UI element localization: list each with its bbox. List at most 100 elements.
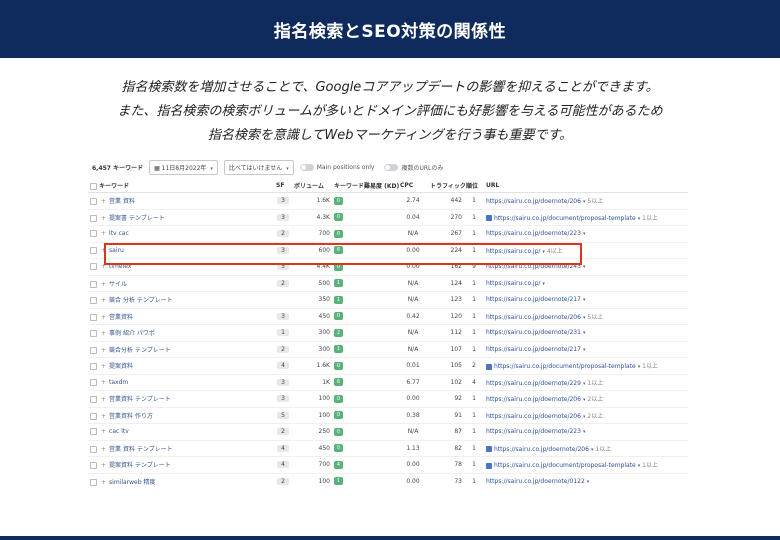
row-checkbox[interactable] — [90, 363, 97, 371]
table-row[interactable]: + 営業 資料 3 1.6K 0 2.74 442 1 https://sairu.co.jp/… — [88, 192, 688, 210]
table-row[interactable]: + taxdm 3 1K 6 6.77 102 4 https://sairu.co.jp/do… — [88, 374, 688, 391]
url-link[interactable]: https://sairu.co.jp/ — [486, 280, 540, 287]
url-link[interactable]: https://sairu.co.jp/doernote/206 — [486, 396, 581, 403]
keyword-link[interactable]: 営業 資料 — [109, 198, 135, 205]
url-link[interactable]: https://sairu.co.jp/document/proposal-te… — [494, 215, 636, 222]
column-header-position[interactable]: 順位 — [464, 178, 484, 193]
sf-badge[interactable]: 2 — [277, 345, 289, 353]
chevron-down-icon[interactable]: ▾ — [583, 397, 586, 403]
table-row[interactable]: + cac ltv 2 250 0 N/A 87 1 https://sairu.co.jp/d… — [88, 423, 688, 441]
sf-badge[interactable]: 4 — [277, 362, 289, 370]
url-link[interactable]: https://sairu.co.jp/document/proposal-te… — [494, 363, 636, 370]
sf-badge[interactable]: 2 — [277, 477, 289, 485]
row-checkbox[interactable] — [90, 462, 97, 470]
table-row[interactable]: + 提案書 テンプレート 3 4.3K 0 0.04 270 1 https://sairu.c… — [88, 209, 688, 226]
plus-icon[interactable]: + — [101, 462, 106, 469]
sf-badge[interactable]: 2 — [277, 279, 289, 287]
chevron-down-icon[interactable]: ▾ — [638, 216, 641, 222]
column-header-sf[interactable]: SF — [274, 178, 292, 193]
keyword-link[interactable]: 事例 紹介 パワポ — [109, 330, 155, 337]
extra-urls-link[interactable]: 2以上 — [587, 413, 603, 420]
chevron-down-icon[interactable]: ▾ — [591, 447, 594, 453]
chevron-down-icon[interactable]: ▾ — [583, 429, 586, 435]
sf-badge[interactable]: 3 — [277, 213, 289, 221]
chevron-down-icon[interactable]: ▾ — [583, 199, 586, 205]
sf-badge[interactable]: 3 — [277, 378, 289, 386]
url-link[interactable]: https://sairu.co.jp/document/proposal-te… — [494, 462, 636, 469]
chevron-down-icon[interactable]: ▾ — [638, 463, 641, 469]
table-row[interactable]: + 提案資料 テンプレート 4 700 4 0.00 78 1 https://sairu.co… — [88, 456, 688, 474]
extra-urls-link[interactable]: 1以上 — [587, 380, 603, 387]
extra-urls-link[interactable]: 5以上 — [587, 314, 603, 321]
row-checkbox[interactable] — [90, 330, 97, 338]
extra-urls-link[interactable]: 1以上 — [642, 363, 658, 370]
url-link[interactable]: https://sairu.co.jp/doernote/217 — [486, 346, 581, 353]
column-header-url[interactable]: URL — [484, 178, 688, 193]
row-checkbox[interactable] — [90, 230, 97, 238]
plus-icon[interactable]: + — [101, 314, 106, 321]
row-checkbox[interactable] — [90, 198, 97, 206]
chevron-down-icon[interactable]: ▾ — [542, 281, 545, 287]
chevron-down-icon[interactable]: ▾ — [583, 347, 586, 353]
multiple-urls-toggle[interactable]: 複数のURLのみ — [384, 163, 443, 172]
url-link[interactable]: https://sairu.co.jp/doernote/206 — [486, 314, 581, 321]
plus-icon[interactable]: + — [101, 428, 106, 435]
sf-badge[interactable]: 2 — [277, 230, 289, 238]
compare-dropdown[interactable]: 比べてはいけません ▾ — [223, 159, 294, 175]
row-checkbox[interactable] — [90, 412, 97, 420]
plus-icon[interactable]: + — [101, 363, 106, 370]
keyword-link[interactable]: 営業 資料 テンプレート — [109, 446, 173, 453]
plus-icon[interactable]: + — [101, 396, 106, 403]
table-row[interactable]: + サイル 2 500 1 N/A 124 1 https://sairu.co.jp/▾ — [88, 275, 688, 292]
row-checkbox[interactable] — [90, 280, 97, 288]
keyword-link[interactable]: 提案資料 テンプレート — [109, 462, 171, 469]
plus-icon[interactable]: + — [101, 198, 106, 205]
url-link[interactable]: https://sairu.co.jp/doernote/229 — [486, 380, 581, 387]
plus-icon[interactable]: + — [101, 215, 106, 222]
sf-badge[interactable]: 3 — [277, 197, 289, 205]
table-row[interactable]: + 営業資料 テンプレート 3 100 0 0.00 92 1 https://sairu.co… — [88, 390, 688, 408]
extra-urls-link[interactable]: 1以上 — [595, 446, 611, 453]
url-link[interactable]: https://sairu.co.jp/doernote/206 — [486, 413, 581, 420]
row-checkbox[interactable] — [90, 214, 97, 222]
url-link[interactable]: https://sairu.co.jp/doernote/223 — [486, 428, 581, 435]
table-row[interactable]: + 事例 紹介 パワポ 1 300 2 N/A 112 1 https://sairu.co.j… — [88, 324, 688, 342]
row-checkbox[interactable] — [90, 263, 97, 271]
keyword-link[interactable]: サイル — [109, 281, 127, 288]
plus-icon[interactable]: + — [101, 413, 106, 420]
keyword-link[interactable]: 営業資料 テンプレート — [109, 396, 171, 403]
keyword-link[interactable]: similarweb 精度 — [109, 479, 155, 486]
plus-icon[interactable]: + — [101, 479, 106, 486]
keyword-link[interactable]: cac ltv — [109, 428, 129, 435]
sf-badge[interactable]: 4 — [277, 444, 289, 452]
table-row[interactable]: + 競合分析 テンプレート 2 300 1 N/A 107 1 https://sairu.co… — [88, 341, 688, 358]
url-link[interactable]: https://sairu.co.jp/doernote/206 — [494, 446, 589, 453]
row-checkbox[interactable] — [90, 445, 97, 453]
plus-icon[interactable]: + — [101, 230, 106, 237]
column-header-volume[interactable]: ボリューム — [292, 178, 332, 193]
keyword-link[interactable]: 競合分析 テンプレート — [109, 347, 171, 354]
plus-icon[interactable]: + — [101, 347, 106, 354]
keyword-link[interactable]: 営業資料 作り方 — [109, 413, 153, 420]
url-link[interactable]: https://sairu.co.jp/doernote/0122 — [486, 478, 585, 485]
plus-icon[interactable]: + — [101, 330, 106, 337]
row-checkbox[interactable] — [90, 246, 97, 254]
chevron-down-icon[interactable]: ▾ — [583, 330, 586, 336]
chevron-down-icon[interactable]: ▾ — [583, 264, 586, 270]
row-checkbox[interactable] — [90, 313, 97, 321]
keyword-link[interactable]: 提案書 テンプレート — [109, 215, 165, 222]
main-positions-toggle[interactable]: Main positions only — [299, 163, 374, 171]
chevron-down-icon[interactable]: ▾ — [583, 231, 586, 237]
row-checkbox[interactable] — [90, 428, 97, 436]
sf-badge[interactable]: 4 — [277, 461, 289, 469]
extra-urls-link[interactable]: 1以上 — [642, 215, 658, 222]
table-row[interactable]: + 競合 分析 テンプレート 350 1 N/A 123 1 https://sairu.co… — [88, 291, 688, 309]
chevron-down-icon[interactable]: ▾ — [583, 414, 586, 420]
sf-badge[interactable]: 3 — [277, 312, 289, 320]
url-link[interactable]: https://sairu.co.jp/doernote/223 — [486, 230, 581, 237]
sf-badge[interactable]: 1 — [277, 329, 289, 337]
plus-icon[interactable]: + — [101, 281, 106, 288]
row-checkbox[interactable] — [90, 396, 97, 404]
row-checkbox[interactable] — [90, 478, 97, 486]
chevron-down-icon[interactable]: ▾ — [638, 364, 641, 370]
